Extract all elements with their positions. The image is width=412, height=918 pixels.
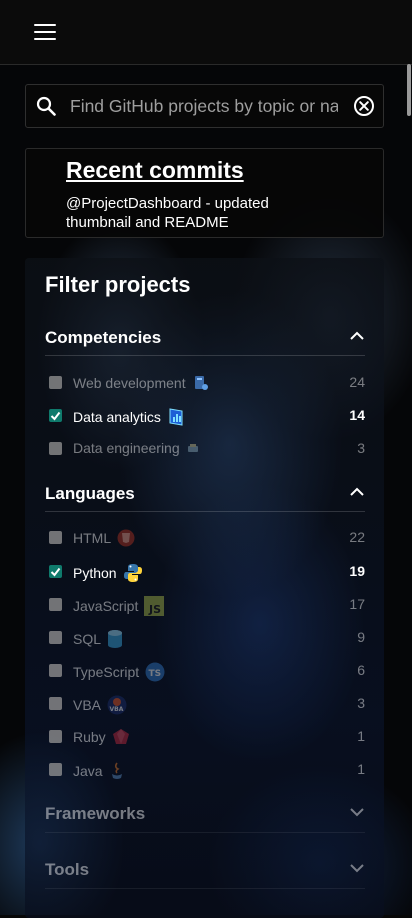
ruby-icon (112, 728, 130, 749)
checkbox[interactable] (49, 376, 62, 389)
html-icon (117, 529, 135, 550)
languages-label: Languages (45, 484, 135, 503)
filter-option-typescript[interactable]: TypeScript TS 6 (49, 659, 365, 683)
checkbox[interactable] (49, 531, 62, 544)
option-label: JavaScript (73, 598, 139, 615)
option-label: Data engineering (73, 440, 180, 456)
hamburger-menu-icon[interactable] (34, 24, 56, 40)
option-count: 3 (357, 440, 365, 456)
filter-title: Filter projects (45, 272, 191, 297)
option-label: Python (73, 565, 117, 582)
recent-commits-link[interactable]: Recent commits (66, 157, 244, 184)
recent-commits-card: Recent commits @ProjectDashboard - updat… (25, 148, 384, 238)
option-count: 24 (349, 374, 365, 390)
filter-option-python[interactable]: Python 19 (49, 560, 365, 584)
recent-commit-message: @ProjectDashboard - updated thumbnail an… (66, 195, 269, 231)
frameworks-section-toggle[interactable]: Frameworks (45, 800, 365, 828)
typescript-icon: TS (145, 662, 165, 685)
section-divider (45, 511, 365, 512)
filter-projects-panel: Filter projects Competencies Web develop… (25, 258, 384, 918)
data-engineering-icon (186, 441, 200, 457)
section-divider (45, 832, 365, 833)
svg-text:VBA: VBA (110, 706, 124, 713)
option-count: 1 (357, 728, 365, 744)
web-development-icon (192, 374, 210, 395)
section-divider (45, 888, 365, 889)
checkbox[interactable] (49, 730, 62, 743)
top-app-bar (0, 0, 412, 65)
filter-option-javascript[interactable]: JavaScript JS 17 (49, 593, 365, 617)
option-label: Data analytics (73, 409, 161, 426)
checkbox[interactable] (49, 697, 62, 710)
python-icon (123, 563, 143, 586)
java-icon (109, 761, 125, 784)
filter-option-ruby[interactable]: Ruby 1 (49, 725, 365, 749)
option-count: 6 (357, 662, 365, 678)
checkbox[interactable] (49, 664, 62, 677)
option-count: 3 (357, 695, 365, 711)
checkbox[interactable] (49, 763, 62, 776)
scrollbar-thumb[interactable] (407, 64, 411, 116)
checkbox[interactable] (49, 631, 62, 644)
database-icon (107, 629, 123, 652)
competencies-section-toggle[interactable]: Competencies (45, 324, 365, 352)
option-label: Web development (73, 375, 186, 392)
checkbox[interactable] (49, 442, 62, 455)
checkbox-checked[interactable] (49, 409, 62, 422)
option-label: HTML (73, 530, 112, 547)
option-count: 17 (349, 596, 365, 612)
option-count: 22 (349, 529, 365, 545)
filter-option-data-analytics[interactable]: Data analytics 14 (49, 404, 365, 428)
data-analytics-icon (167, 407, 185, 430)
frameworks-label: Frameworks (45, 804, 146, 823)
search-icon (36, 96, 56, 116)
checkbox-checked[interactable] (49, 565, 62, 578)
competencies-label: Competencies (45, 328, 162, 347)
svg-text:TS: TS (149, 669, 162, 679)
option-label: Ruby (73, 729, 106, 746)
filter-option-java[interactable]: Java 1 (49, 758, 365, 782)
option-count: 19 (349, 563, 365, 579)
clear-search-icon[interactable] (353, 95, 375, 117)
tools-section-toggle[interactable]: Tools (45, 856, 365, 884)
filter-option-data-engineering[interactable]: Data engineering 3 (49, 437, 365, 461)
javascript-icon: JS (144, 596, 165, 619)
languages-section-toggle[interactable]: Languages (45, 480, 365, 508)
page-scrollbar[interactable] (406, 64, 412, 915)
option-count: 1 (357, 761, 365, 777)
option-label: TypeScript (73, 664, 140, 681)
vba-icon: VBA (107, 695, 127, 718)
chevron-down-icon (350, 864, 364, 873)
filter-option-web-development[interactable]: Web development 24 (49, 371, 365, 395)
filter-option-sql[interactable]: SQL 9 (49, 626, 365, 650)
option-label: Java (73, 763, 103, 780)
search-bar (25, 84, 384, 128)
section-divider (45, 355, 365, 356)
search-input[interactable] (70, 91, 338, 121)
option-count: 14 (349, 407, 365, 423)
option-count: 9 (357, 629, 365, 645)
chevron-up-icon (350, 487, 364, 496)
option-label: SQL (73, 631, 102, 648)
tools-label: Tools (45, 860, 90, 879)
filter-option-html[interactable]: HTML 22 (49, 526, 365, 550)
chevron-up-icon (350, 331, 364, 340)
chevron-down-icon (350, 808, 364, 817)
svg-text:JS: JS (148, 603, 161, 616)
option-label: VBA (73, 697, 102, 714)
checkbox[interactable] (49, 598, 62, 611)
filter-option-vba[interactable]: VBA VBA 3 (49, 692, 365, 716)
